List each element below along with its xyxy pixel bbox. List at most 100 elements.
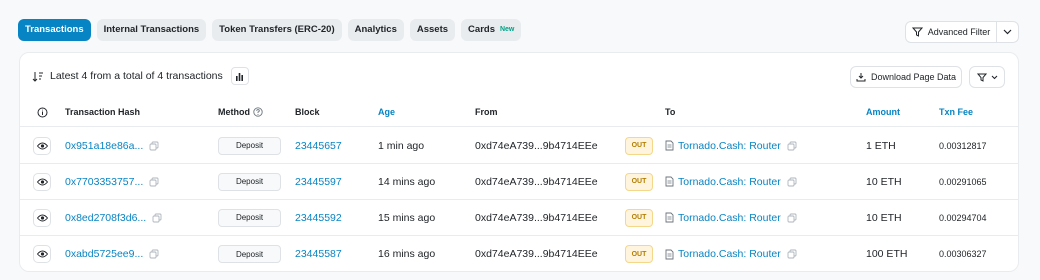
amount-cell: 10 ETH: [866, 211, 902, 224]
column-txn-fee-toggle[interactable]: Txn Fee: [939, 98, 973, 126]
view-details-button[interactable]: [33, 236, 51, 272]
direction-badge: OUT: [625, 172, 653, 191]
column-from: From: [475, 107, 498, 117]
table-row: 0x951a18e86a... Deposit 23445657 1 min a…: [20, 128, 1018, 164]
tab-label: Transactions: [25, 24, 84, 35]
age-cell: 14 mins ago: [378, 175, 436, 188]
filter-dropdown-button[interactable]: [969, 66, 1005, 88]
tab-assets[interactable]: Assets: [409, 19, 456, 41]
summary-text: Latest 4 from a total of 4 transactions: [50, 70, 223, 82]
tab-internal-transactions[interactable]: Internal Transactions: [96, 19, 207, 41]
txn-fee-cell: 0.00306327: [939, 249, 987, 259]
to-address-cell: Tornado.Cash: Router: [665, 200, 797, 235]
advanced-filter-dropdown-button[interactable]: [997, 21, 1019, 43]
copy-icon[interactable]: [149, 177, 159, 187]
tab-bar: Transactions Internal Transactions Token…: [18, 19, 522, 41]
from-address[interactable]: 0xd74eA739...9b4714EEe: [475, 236, 598, 272]
tab-label: Cards: [468, 24, 495, 35]
contract-icon: [665, 249, 674, 260]
transaction-hash-link[interactable]: 0x8ed2708f3d6...: [65, 212, 146, 224]
direction-badge: OUT: [625, 245, 653, 263]
sort-icon[interactable]: [32, 71, 44, 82]
copy-icon[interactable]: [149, 249, 159, 259]
info-icon[interactable]: [37, 98, 48, 126]
copy-icon[interactable]: [152, 213, 162, 223]
from-address[interactable]: 0xd74eA739...9b4714EEe: [475, 128, 598, 163]
eye-icon: [33, 208, 51, 227]
help-icon[interactable]: [253, 107, 263, 117]
eye-icon: [33, 245, 51, 263]
block-link[interactable]: 23445592: [295, 200, 342, 235]
to-address-cell: Tornado.Cash: Router: [665, 128, 797, 163]
txn-fee-cell: 0.00294704: [939, 212, 987, 223]
age-cell: 15 mins ago: [378, 211, 436, 224]
transaction-hash-cell: 0xabd5725ee9...: [65, 236, 159, 272]
transactions-card: Latest 4 from a total of 4 transactions …: [19, 52, 1019, 272]
transaction-hash-link[interactable]: 0x951a18e86a...: [65, 140, 143, 152]
copy-icon[interactable]: [787, 249, 797, 259]
transaction-hash-cell: 0x951a18e86a...: [65, 128, 159, 163]
column-age-toggle[interactable]: Age: [378, 98, 395, 126]
to-address-cell: Tornado.Cash: Router: [665, 164, 797, 199]
tab-analytics[interactable]: Analytics: [347, 19, 404, 41]
to-address-link[interactable]: Tornado.Cash: Router: [678, 212, 781, 224]
bar-chart-icon: [235, 72, 244, 81]
tab-label: Token Transfers (ERC-20): [219, 24, 335, 35]
method-badge: Deposit: [218, 245, 281, 263]
view-details-button[interactable]: [33, 128, 51, 163]
transaction-hash-link[interactable]: 0x7703353757...: [65, 176, 143, 188]
copy-icon[interactable]: [787, 177, 797, 187]
copy-icon[interactable]: [787, 213, 797, 223]
block-link[interactable]: 23445657: [295, 128, 342, 163]
tab-cards[interactable]: Cards New: [461, 19, 522, 41]
tab-token-transfers[interactable]: Token Transfers (ERC-20): [212, 19, 342, 41]
from-address[interactable]: 0xd74eA739...9b4714EEe: [475, 200, 598, 235]
transaction-hash-cell: 0x7703353757...: [65, 164, 159, 199]
column-block: Block: [295, 107, 320, 117]
view-details-button[interactable]: [33, 200, 51, 235]
filter-icon: [976, 73, 987, 82]
eye-icon: [33, 172, 51, 191]
transaction-hash-link[interactable]: 0xabd5725ee9...: [65, 248, 143, 260]
to-address-link[interactable]: Tornado.Cash: Router: [678, 176, 781, 188]
table-row: 0x7703353757... Deposit 23445597 14 mins…: [20, 164, 1018, 200]
age-cell: 16 mins ago: [378, 248, 436, 260]
column-transaction-hash: Transaction Hash: [65, 107, 141, 117]
direction-badge: OUT: [625, 136, 653, 155]
column-amount-toggle[interactable]: Amount: [866, 98, 900, 126]
column-method-label: Method: [218, 107, 250, 117]
txn-fee-cell: 0.00291065: [939, 176, 987, 187]
download-page-data-button[interactable]: Download Page Data: [850, 66, 962, 88]
block-link[interactable]: 23445587: [295, 236, 342, 272]
direction-badge: OUT: [625, 208, 653, 227]
new-badge: New: [499, 26, 515, 33]
tab-label: Internal Transactions: [103, 24, 200, 35]
summary-bar: Latest 4 from a total of 4 transactions: [32, 67, 249, 85]
filter-icon: [911, 27, 923, 37]
amount-cell: 10 ETH: [866, 175, 902, 188]
to-address-link[interactable]: Tornado.Cash: Router: [678, 140, 781, 152]
download-icon: [856, 72, 866, 82]
contract-icon: [665, 212, 674, 223]
contract-icon: [665, 140, 674, 151]
copy-icon[interactable]: [787, 141, 797, 151]
method-badge: Deposit: [218, 136, 281, 155]
advanced-filter-button[interactable]: Advanced Filter: [905, 21, 997, 43]
age-cell: 1 min ago: [378, 139, 425, 152]
from-address[interactable]: 0xd74eA739...9b4714EEe: [475, 164, 598, 199]
table-header: Transaction Hash Method Block Age From T…: [20, 98, 1018, 127]
tab-label: Analytics: [354, 24, 397, 35]
to-address-link[interactable]: Tornado.Cash: Router: [678, 248, 781, 260]
tab-transactions[interactable]: Transactions: [18, 19, 91, 41]
to-address-cell: Tornado.Cash: Router: [665, 236, 797, 272]
method-badge: Deposit: [218, 208, 281, 227]
eye-icon: [33, 136, 51, 155]
tab-label: Assets: [416, 24, 449, 35]
column-method: Method: [218, 98, 263, 126]
chevron-down-icon: [1003, 29, 1012, 35]
copy-icon[interactable]: [149, 141, 159, 151]
method-badge: Deposit: [218, 172, 281, 191]
chart-button[interactable]: [230, 67, 249, 85]
view-details-button[interactable]: [33, 164, 51, 199]
block-link[interactable]: 23445597: [295, 164, 342, 199]
